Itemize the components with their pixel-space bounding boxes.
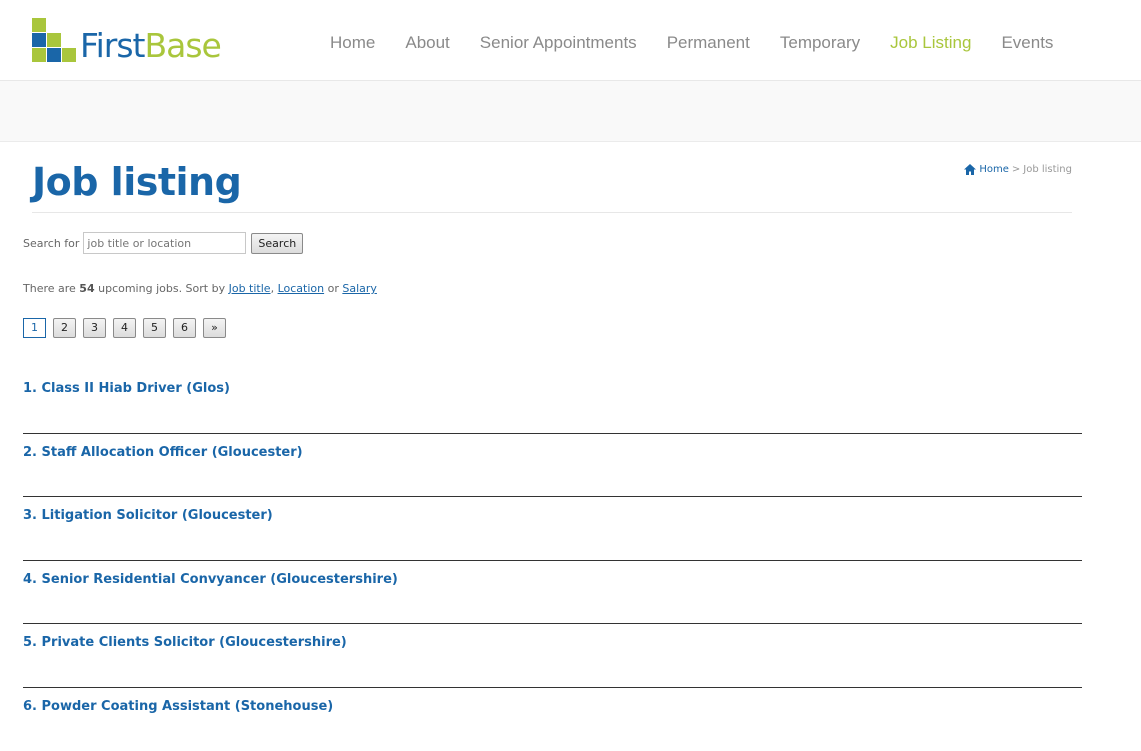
page-next-button[interactable]: » — [203, 318, 226, 338]
sort-location-link[interactable]: Location — [278, 282, 325, 295]
logo-text-first: First — [80, 26, 144, 65]
job-title-link[interactable]: 5. Private Clients Solicitor (Gloucester… — [23, 635, 347, 650]
job-title-link[interactable]: 6. Powder Coating Assistant (Stonehouse) — [23, 699, 333, 714]
search-label: Search for — [23, 237, 79, 250]
job-list-item: 2. Staff Allocation Officer (Gloucester) — [23, 434, 1082, 498]
job-list-item: 4. Senior Residential Convyancer (Glouce… — [23, 561, 1082, 625]
page-button-2[interactable]: 2 — [53, 318, 76, 338]
logo-text-base: Base — [144, 26, 220, 65]
page-title: Job listing — [32, 160, 241, 204]
main-nav: Home About Senior Appointments Permanent… — [315, 33, 1068, 53]
jobs-summary: There are 54 upcoming jobs. Sort by Job … — [23, 282, 377, 295]
job-list-item: 6. Powder Coating Assistant (Stonehouse) — [23, 688, 1082, 751]
job-title-link[interactable]: 1. Class II Hiab Driver (Glos) — [23, 381, 230, 396]
logo-text: FirstBase — [80, 26, 221, 65]
job-list: 1. Class II Hiab Driver (Glos) 2. Staff … — [23, 370, 1082, 751]
summary-or: or — [328, 282, 339, 295]
page-button-3[interactable]: 3 — [83, 318, 106, 338]
nav-about[interactable]: About — [405, 33, 449, 53]
nav-events[interactable]: Events — [1001, 33, 1053, 53]
nav-home[interactable]: Home — [330, 33, 375, 53]
nav-temporary[interactable]: Temporary — [780, 33, 860, 53]
page-button-6[interactable]: 6 — [173, 318, 196, 338]
nav-permanent[interactable]: Permanent — [667, 33, 750, 53]
pagination: 1 2 3 4 5 6 » — [23, 318, 233, 338]
job-title-link[interactable]: 2. Staff Allocation Officer (Gloucester) — [23, 445, 303, 460]
nav-senior-appointments[interactable]: Senior Appointments — [480, 33, 637, 53]
breadcrumb-home-link[interactable]: Home — [979, 164, 1009, 175]
job-list-item: 3. Litigation Solicitor (Gloucester) — [23, 497, 1082, 561]
summary-middle: upcoming jobs. Sort by — [98, 282, 225, 295]
job-title-link[interactable]: 4. Senior Residential Convyancer (Glouce… — [23, 572, 398, 587]
job-title-link[interactable]: 3. Litigation Solicitor (Gloucester) — [23, 508, 273, 523]
page-button-1[interactable]: 1 — [23, 318, 46, 338]
summary-comma: , — [271, 282, 275, 295]
logo-mark-icon — [32, 18, 78, 62]
breadcrumb-current: Job listing — [1023, 164, 1072, 175]
page-button-4[interactable]: 4 — [113, 318, 136, 338]
home-icon — [964, 164, 976, 175]
search-button[interactable]: Search — [251, 233, 303, 254]
page-button-5[interactable]: 5 — [143, 318, 166, 338]
breadcrumb: Home > Job listing — [964, 164, 1072, 175]
summary-prefix: There are — [23, 282, 76, 295]
breadcrumb-separator: > — [1012, 164, 1020, 175]
job-search-form: Search for Search — [23, 232, 303, 254]
job-count: 54 — [79, 282, 94, 295]
job-list-item: 5. Private Clients Solicitor (Gloucester… — [23, 624, 1082, 688]
header-band — [0, 81, 1141, 142]
job-list-item: 1. Class II Hiab Driver (Glos) — [23, 370, 1082, 434]
sort-job-title-link[interactable]: Job title — [229, 282, 271, 295]
nav-job-listing[interactable]: Job Listing — [890, 33, 971, 53]
title-row: Job listing Home > Job listing — [32, 142, 1072, 213]
site-header: FirstBase Home About Senior Appointments… — [0, 0, 1141, 81]
search-input[interactable] — [83, 232, 246, 254]
sort-salary-link[interactable]: Salary — [342, 282, 377, 295]
